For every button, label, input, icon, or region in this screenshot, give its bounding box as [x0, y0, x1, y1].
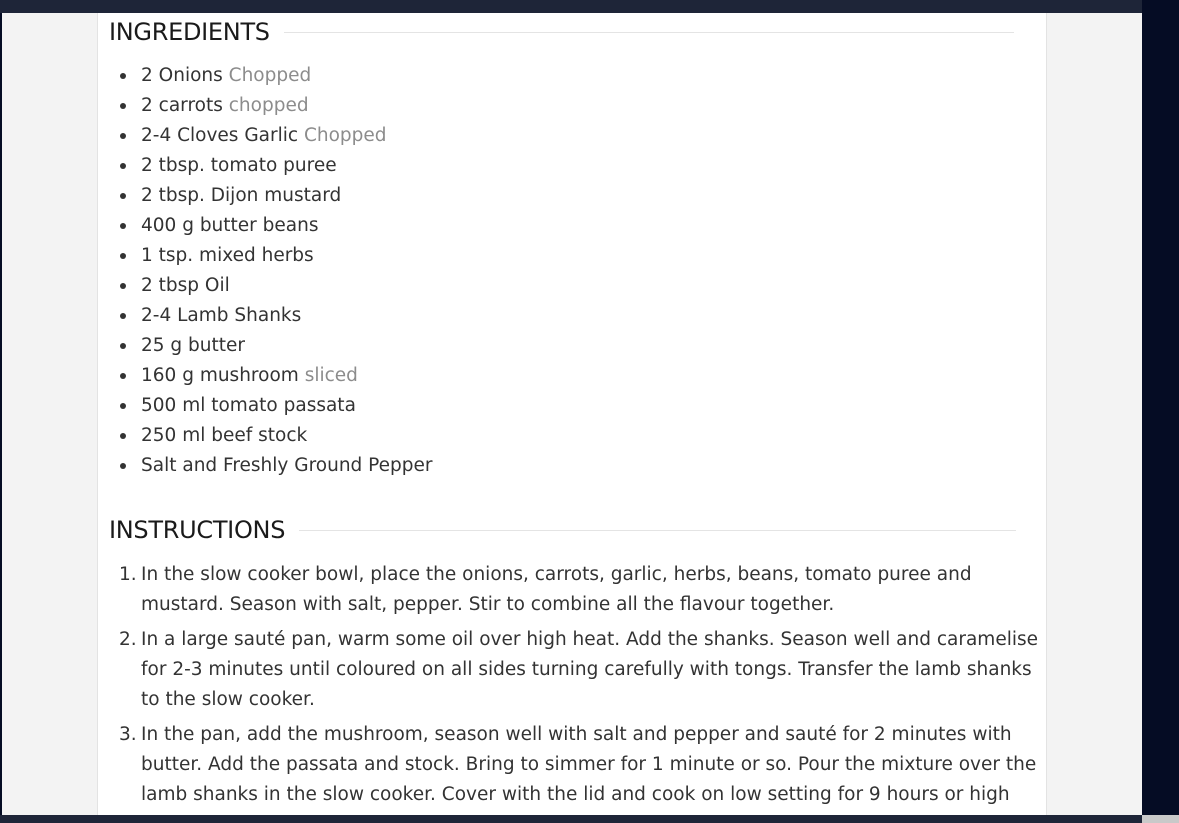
browser-bottom-edge	[0, 815, 1179, 823]
instruction-step: 2. In a large sauté pan, warm some oil ov…	[119, 625, 1051, 715]
recipe-card: INGREDIENTS 2 Onions Chopped 2 carrots c…	[97, 13, 1047, 815]
ingredient-note: Chopped	[228, 65, 312, 86]
instruction-step: 1. In the slow cooker bowl, place the oni…	[119, 560, 1051, 620]
ingredient-item: 500 ml tomato passata	[120, 391, 433, 421]
ingredient-text: 2 tbsp. tomato puree	[141, 155, 337, 176]
ingredients-list: 2 Onions Chopped 2 carrots chopped 2-4 C…	[98, 61, 433, 481]
ingredient-text: 250 ml beef stock	[141, 425, 308, 446]
step-number: 2.	[119, 629, 137, 650]
ingredient-text: 2-4 Cloves Garlic	[141, 125, 299, 146]
instructions-section-header: INSTRUCTIONS	[109, 515, 1017, 545]
ingredient-item: 2 Onions Chopped	[120, 61, 433, 91]
ingredient-item: 400 g butter beans	[120, 211, 433, 241]
page-background: INGREDIENTS 2 Onions Chopped 2 carrots c…	[2, 13, 1142, 815]
ingredient-item: 2 carrots chopped	[120, 91, 433, 121]
step-text: In a large sauté pan, warm some oil over…	[141, 629, 1039, 710]
instructions-divider	[299, 529, 1017, 531]
instruction-step: 3. In the pan, add the mushroom, season w…	[119, 720, 1051, 815]
browser-top-edge	[0, 0, 1142, 13]
ingredient-text: 2 tbsp Oil	[141, 275, 230, 296]
ingredient-item: 2-4 Lamb Shanks	[120, 301, 433, 331]
step-number: 3.	[119, 724, 137, 745]
ingredient-item: 25 g butter	[120, 331, 433, 361]
ingredients-section-header: INGREDIENTS	[109, 17, 1014, 47]
step-text: In the pan, add the mushroom, season wel…	[141, 724, 1037, 815]
ingredient-item: 160 g mushroom sliced	[120, 361, 433, 391]
ingredient-note: sliced	[304, 365, 358, 386]
ingredient-text: 500 ml tomato passata	[141, 395, 356, 416]
ingredient-text: Salt and Freshly Ground Pepper	[141, 455, 433, 476]
ingredient-note: chopped	[228, 95, 309, 116]
ingredients-divider	[283, 31, 1014, 33]
ingredient-item: Salt and Freshly Ground Pepper	[120, 451, 433, 481]
ingredient-item: 2 tbsp Oil	[120, 271, 433, 301]
step-number: 1.	[119, 564, 137, 585]
ingredient-item: 2 tbsp. Dijon mustard	[120, 181, 433, 211]
ingredient-text: 160 g mushroom	[141, 365, 299, 386]
ingredient-item: 2 tbsp. tomato puree	[120, 151, 433, 181]
ingredient-text: 1 tsp. mixed herbs	[141, 245, 314, 266]
ingredient-item: 1 tsp. mixed herbs	[120, 241, 433, 271]
ingredient-item: 2-4 Cloves Garlic Chopped	[120, 121, 433, 151]
instructions-heading: INSTRUCTIONS	[109, 516, 286, 544]
ingredient-note: Chopped	[303, 125, 387, 146]
ingredient-item: 250 ml beef stock	[120, 421, 433, 451]
ingredient-text: 2 tbsp. Dijon mustard	[141, 185, 342, 206]
ingredient-text: 2 carrots	[141, 95, 223, 116]
ingredient-text: 2 Onions	[141, 65, 223, 86]
ingredient-text: 2-4 Lamb Shanks	[141, 305, 302, 326]
ingredients-heading: INGREDIENTS	[109, 18, 270, 46]
instructions-list: 1. In the slow cooker bowl, place the oni…	[98, 560, 1051, 815]
ingredient-text: 400 g butter beans	[141, 215, 319, 236]
scrollbar-corner	[1142, 815, 1179, 823]
step-text: In the slow cooker bowl, place the onion…	[141, 564, 972, 615]
ingredient-text: 25 g butter	[141, 335, 246, 356]
